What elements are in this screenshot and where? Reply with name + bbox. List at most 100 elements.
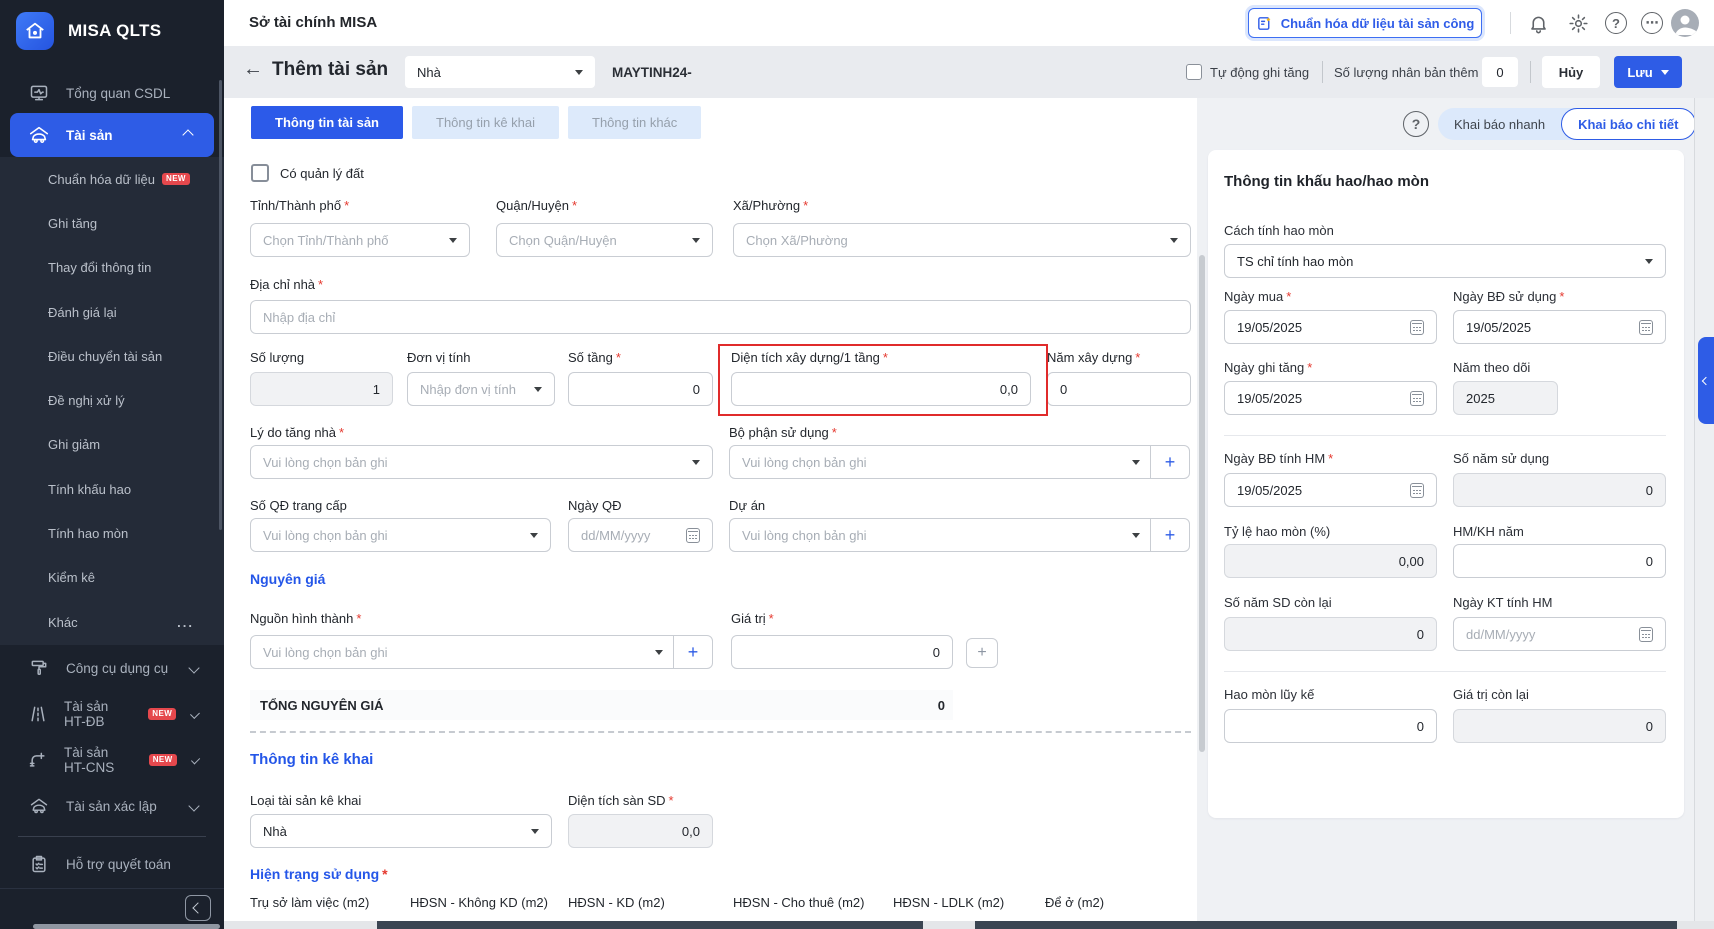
province-label: Tỉnh/Thành phố* — [250, 198, 349, 213]
buy-date-input[interactable]: 19/05/2025 — [1224, 310, 1437, 344]
quick-declare-option[interactable]: Khai báo nhanh — [1438, 108, 1561, 140]
sidebar-item-ht-cns[interactable]: Tài sản HT-CNS NEW — [0, 740, 224, 780]
form-scrollbar-vertical[interactable] — [1199, 255, 1205, 752]
sidebar-item-established[interactable]: Tài sản xác lập — [0, 786, 224, 826]
save-button[interactable]: Lưu — [1614, 56, 1682, 88]
submenu-item-other[interactable]: Khác... — [0, 600, 224, 644]
calendar-icon[interactable] — [1410, 320, 1424, 335]
unit-label: Đơn vị tính — [407, 350, 470, 365]
notification-bell-icon[interactable] — [1524, 9, 1552, 37]
submenu-item-wear[interactable]: Tính hao mòn — [0, 511, 224, 555]
add-department-button[interactable]: + — [1150, 446, 1189, 478]
build-year-input[interactable]: 0 — [1047, 372, 1191, 406]
top-header: Sở tài chính MISA Chuẩn hóa dữ liệu tài … — [224, 0, 1714, 47]
submenu-item-inventory[interactable]: Kiểm kê — [0, 556, 224, 600]
add-project-button[interactable]: + — [1150, 519, 1189, 551]
submenu-item-record-decrease[interactable]: Ghi giảm — [0, 423, 224, 467]
calendar-icon[interactable] — [1410, 391, 1424, 406]
content-area: Thông tin tài sản Thông tin kê khai Thôn… — [224, 98, 1714, 929]
floors-input[interactable]: 0 — [568, 372, 713, 406]
usage-col-header: Trụ sở làm việc (m2) — [250, 895, 369, 910]
land-management-checkbox[interactable] — [251, 164, 269, 182]
decision-date-input[interactable]: dd/MM/yyyy — [568, 518, 713, 552]
remaining-label: Giá trị còn lại — [1453, 687, 1529, 702]
user-avatar[interactable] — [1671, 9, 1699, 37]
unit-select[interactable]: Nhập đơn vị tính — [407, 372, 555, 406]
caret-down-icon — [531, 829, 539, 834]
department-label: Bộ phận sử dụng* — [729, 425, 837, 440]
sidebar-item-ht-db[interactable]: Tài sản HT-ĐB NEW — [0, 694, 224, 734]
sidebar-scrollbar-vertical[interactable] — [219, 80, 222, 530]
duplicate-count-input[interactable]: 0 — [1482, 57, 1518, 87]
hm-end-input[interactable]: dd/MM/yyyy — [1453, 617, 1666, 651]
caret-down-icon — [1132, 533, 1140, 538]
years-left-label: Số năm SD còn lại — [1224, 595, 1332, 610]
dashboard-icon — [28, 83, 50, 103]
sidebar-item-tools[interactable]: Công cụ dụng cụ — [0, 648, 224, 688]
normalize-data-button[interactable]: Chuẩn hóa dữ liệu tài sản công — [1248, 8, 1482, 38]
sidebar-item-overview[interactable]: Tổng quan CSDL — [0, 73, 224, 113]
department-select[interactable]: Vui lòng chọn bản ghi+ — [729, 445, 1190, 479]
address-input[interactable]: Nhập địa chỉ — [250, 300, 1191, 334]
submenu-item-handle-request[interactable]: Đề nghị xử lý — [0, 378, 224, 422]
panel-help-icon[interactable]: ? — [1403, 111, 1429, 137]
add-source-button[interactable]: + — [673, 636, 712, 668]
submenu-item-revaluate[interactable]: Đánh giá lại — [0, 290, 224, 334]
panel-collapse-tab[interactable] — [1698, 337, 1714, 424]
submenu-item-change-info[interactable]: Thay đổi thông tin — [0, 246, 224, 290]
hm-per-year-input[interactable]: 0 — [1453, 544, 1666, 578]
declare-type-select[interactable]: Nhà — [250, 814, 552, 848]
help-icon[interactable]: ? — [1602, 9, 1630, 37]
back-button[interactable]: ← — [243, 58, 263, 81]
more-dots-icon[interactable]: ... — [177, 615, 194, 630]
tab-asset-info[interactable]: Thông tin tài sản — [251, 106, 403, 139]
sidebar-collapse-button[interactable] — [185, 895, 211, 921]
method-select[interactable]: TS chỉ tính hao mòn — [1224, 244, 1666, 278]
ward-select[interactable]: Chọn Xã/Phường — [733, 223, 1191, 257]
submenu-item-record-increase[interactable]: Ghi tăng — [0, 201, 224, 245]
sidebar-item-settlement[interactable]: Hỗ trợ quyết toán — [0, 844, 224, 884]
more-options-icon[interactable]: ⋯ — [1638, 9, 1666, 37]
decision-no-select[interactable]: Vui lòng chọn bản ghi — [250, 518, 551, 552]
caret-down-icon — [655, 650, 663, 655]
caret-down-icon — [1661, 70, 1669, 75]
value-input[interactable]: 0 — [731, 635, 953, 669]
settings-gear-icon[interactable] — [1564, 9, 1592, 37]
remaining-input: 0 — [1453, 709, 1666, 743]
project-select[interactable]: Vui lòng chọn bản ghi+ — [729, 518, 1190, 552]
build-area-label: Diện tích xây dựng/1 tầng* — [731, 350, 888, 365]
sidebar-scrollbar-horizontal[interactable] — [33, 924, 220, 929]
tab-other[interactable]: Thông tin khác — [568, 106, 701, 139]
calendar-icon[interactable] — [1639, 320, 1653, 335]
panel-scrollbar-horizontal[interactable] — [975, 921, 1677, 929]
cost-section-title: Nguyên giá — [250, 571, 325, 587]
source-select[interactable]: Vui lòng chọn bản ghi+ — [250, 635, 713, 669]
calendar-icon[interactable] — [1410, 483, 1424, 498]
increase-reason-label: Lý do tăng nhà* — [250, 425, 344, 440]
calendar-icon[interactable] — [686, 528, 700, 543]
record-date-label: Ngày ghi tăng* — [1224, 360, 1312, 375]
asset-house-car-icon — [28, 124, 50, 146]
sidebar-item-assets[interactable]: Tài sản — [10, 113, 214, 157]
increase-reason-select[interactable]: Vui lòng chọn bản ghi — [250, 445, 713, 479]
accumulated-input[interactable]: 0 — [1224, 709, 1437, 743]
detail-declare-option[interactable]: Khai báo chi tiết — [1561, 108, 1695, 140]
auto-record-checkbox[interactable] — [1186, 64, 1202, 80]
cancel-button[interactable]: Hủy — [1542, 56, 1600, 88]
build-area-input[interactable]: 0,0 — [731, 372, 1031, 406]
add-value-row-button[interactable]: + — [966, 638, 998, 668]
years-left-input: 0 — [1224, 617, 1437, 651]
assets-submenu: Chuẩn hóa dữ liệuNEW Ghi tăng Thay đổi t… — [0, 157, 224, 645]
district-select[interactable]: Chọn Quận/Huyện — [496, 223, 713, 257]
submenu-item-depreciation[interactable]: Tính khấu hao — [0, 467, 224, 511]
hm-start-input[interactable]: 19/05/2025 — [1224, 473, 1437, 507]
use-start-input[interactable]: 19/05/2025 — [1453, 310, 1666, 344]
submenu-item-transfer[interactable]: Điều chuyển tài sản — [0, 334, 224, 378]
tab-declaration[interactable]: Thông tin kê khai — [412, 106, 559, 139]
calendar-icon[interactable] — [1639, 627, 1653, 642]
submenu-item-normalize[interactable]: Chuẩn hóa dữ liệuNEW — [0, 157, 224, 201]
form-scrollbar-horizontal[interactable] — [377, 921, 923, 929]
province-select[interactable]: Chọn Tỉnh/Thành phố — [250, 223, 470, 257]
record-date-input[interactable]: 19/05/2025 — [1224, 381, 1437, 415]
asset-type-select[interactable]: Nhà — [405, 56, 595, 88]
